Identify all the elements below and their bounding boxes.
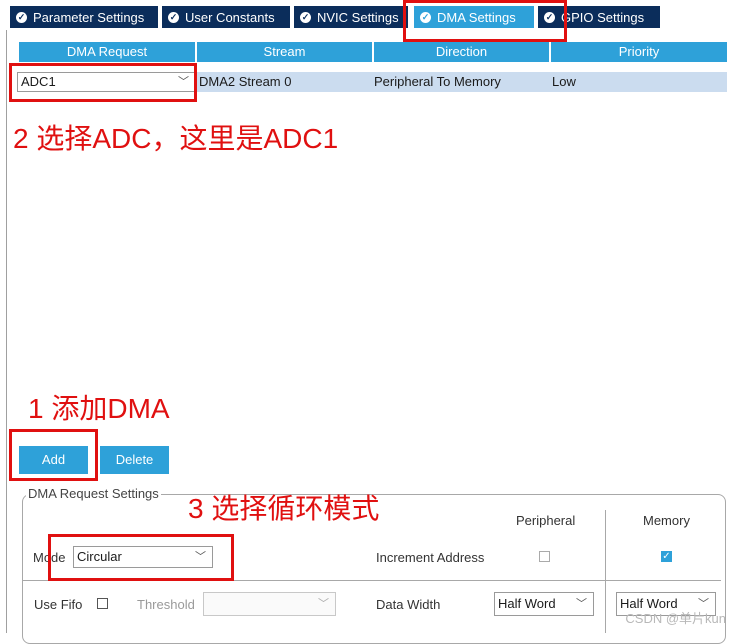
check-circle-icon: ✓: [168, 11, 179, 23]
chevron-down-icon: ﹀: [318, 598, 329, 610]
column-divider: [605, 510, 606, 633]
header-direction[interactable]: Direction: [374, 42, 549, 62]
tab-bar: ✓ Parameter Settings ✓ User Constants ✓ …: [0, 0, 740, 30]
highlight-mode-select: [48, 534, 234, 581]
panel-border: [6, 30, 7, 633]
check-circle-icon: ✓: [16, 11, 27, 23]
increment-address-label: Increment Address: [376, 550, 485, 565]
tab-parameter-settings[interactable]: ✓ Parameter Settings: [10, 6, 158, 28]
tab-label: Parameter Settings: [33, 9, 145, 25]
header-stream[interactable]: Stream: [197, 42, 372, 62]
check-circle-icon: ✓: [300, 11, 311, 23]
highlight-dma-request: [9, 63, 197, 102]
header-priority[interactable]: Priority: [551, 42, 727, 62]
annotation-step-2: 2 选择ADC，这里是ADC1: [13, 123, 339, 154]
tab-label: GPIO Settings: [561, 9, 645, 25]
direction-cell: Peripheral To Memory: [374, 74, 501, 89]
use-fifo-label: Use Fifo: [34, 597, 83, 612]
data-width-label: Data Width: [376, 597, 441, 612]
stream-cell: DMA2 Stream 0: [199, 74, 292, 89]
header-dma-request[interactable]: DMA Request: [19, 42, 195, 62]
tab-label: User Constants: [185, 9, 275, 25]
use-fifo-checkbox[interactable]: [97, 598, 108, 609]
threshold-label: Threshold: [137, 597, 195, 612]
annotation-step-1: 1 添加DMA: [28, 393, 170, 424]
tab-label: NVIC Settings: [317, 9, 399, 25]
memory-column-label: Memory: [643, 513, 690, 528]
highlight-add-button: [9, 429, 98, 481]
threshold-select[interactable]: ﹀: [203, 592, 336, 616]
group-title: DMA Request Settings: [26, 486, 161, 501]
peripheral-column-label: Peripheral: [516, 513, 576, 528]
highlight-dma-tab: [403, 0, 567, 42]
delete-button[interactable]: Delete: [100, 446, 169, 474]
peripheral-data-width-value: Half Word: [498, 596, 556, 611]
annotation-step-3: 3 选择循环模式: [188, 493, 380, 524]
memory-increment-checkbox[interactable]: ✓: [661, 551, 672, 562]
tab-user-constants[interactable]: ✓ User Constants: [162, 6, 290, 28]
priority-cell: Low: [552, 74, 576, 89]
chevron-down-icon: ﹀: [576, 598, 587, 610]
watermark: CSDN @单片kun: [625, 611, 726, 626]
peripheral-increment-checkbox[interactable]: [539, 551, 550, 562]
tab-nvic-settings[interactable]: ✓ NVIC Settings: [294, 6, 408, 28]
peripheral-data-width-select[interactable]: Half Word ﹀: [494, 592, 594, 616]
